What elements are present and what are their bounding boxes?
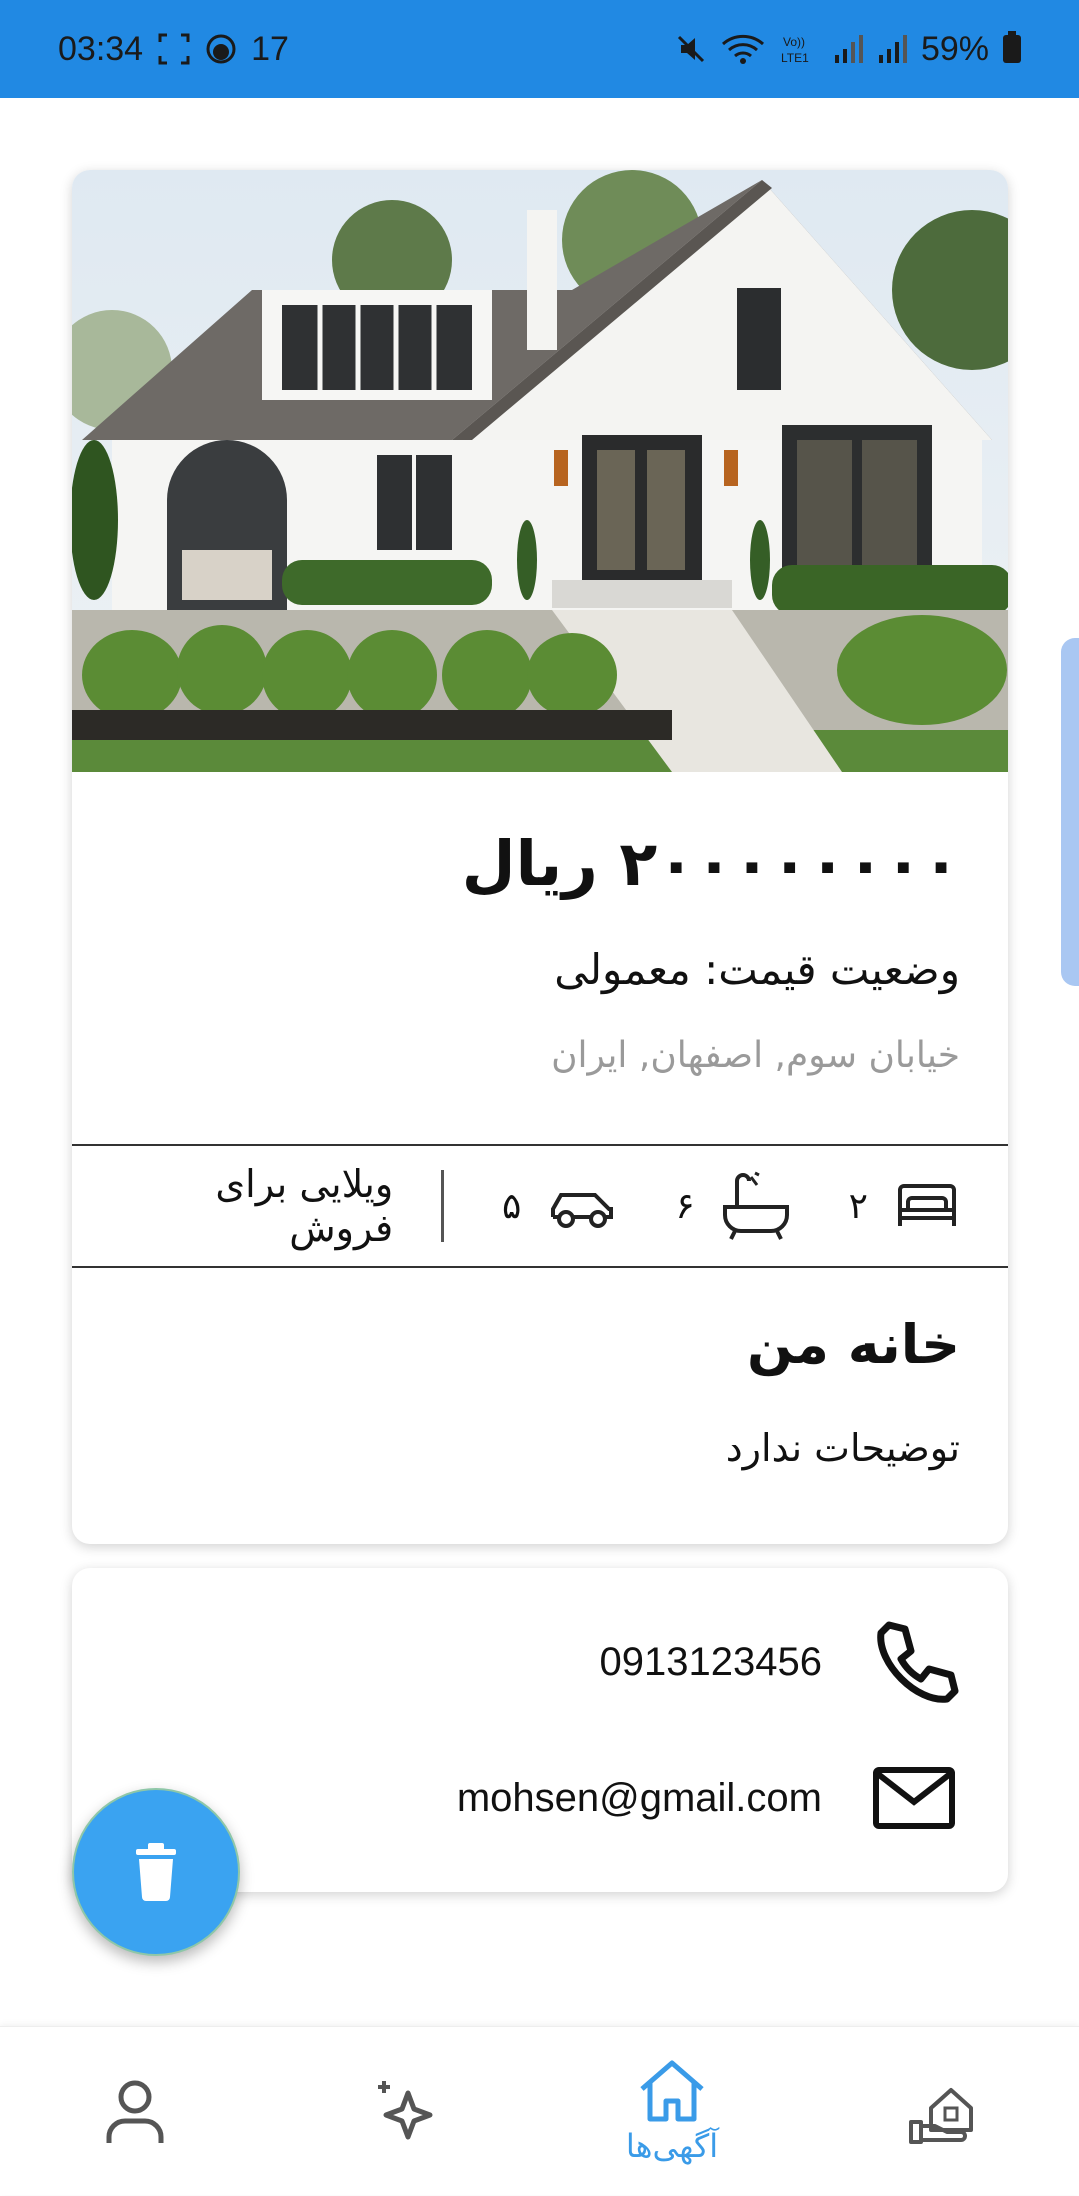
- mail-icon-wrap[interactable]: [868, 1766, 960, 1830]
- feature-parking: ۵: [502, 1181, 617, 1231]
- trash-icon: [136, 1843, 176, 1901]
- battery-percent: 59%: [920, 29, 989, 68]
- property-type: ویلایی برای فروش: [215, 1162, 394, 1250]
- house-photo: [72, 170, 1008, 772]
- parking-count: ۵: [501, 1185, 522, 1227]
- phone-icon-wrap[interactable]: [868, 1617, 960, 1707]
- address: خیابان سوم, اصفهان, ایران: [551, 1035, 960, 1076]
- volte-icon: Vo)) LTE1: [781, 35, 809, 65]
- bathtub-icon: [722, 1171, 789, 1240]
- status-right: Vo)) LTE1 59%: [675, 30, 1021, 69]
- email-address[interactable]: mohsen@gmail.com: [457, 1776, 822, 1821]
- listing-title: خانه من: [746, 1313, 960, 1376]
- nav-ads-label: آگهی‌ها: [625, 2126, 719, 2165]
- listing-description: توضیحات ندارد: [725, 1426, 960, 1470]
- status-left: 03:34 17: [58, 30, 289, 69]
- status-bar: 03:34 17 Vo)) LTE1 59%: [0, 0, 1079, 98]
- nav-real-estate[interactable]: [843, 2027, 1043, 2196]
- app-notification-icon: [206, 34, 236, 64]
- screenshot-icon: [158, 33, 190, 65]
- wifi-icon: [721, 34, 764, 64]
- svg-text:Vo)): Vo)): [783, 35, 805, 49]
- feature-bedrooms: ۲: [849, 1180, 960, 1232]
- bottom-nav: آگهی‌ها: [0, 2026, 1079, 2195]
- nav-ads[interactable]: آگهی‌ها: [572, 2027, 772, 2196]
- mute-icon: [677, 35, 704, 63]
- home-icon: [640, 2060, 704, 2121]
- bed-icon: [898, 1184, 956, 1226]
- profile-icon: [106, 2080, 164, 2143]
- sparkle-icon: [378, 2080, 433, 2139]
- feature-bathrooms: ۶: [675, 1171, 790, 1241]
- features-row: ۲ ۶ ۵ ویلایی برای فروش: [72, 1144, 1008, 1268]
- battery-icon: [1003, 31, 1021, 63]
- mail-icon[interactable]: [872, 1766, 956, 1830]
- nav-profile[interactable]: [35, 2027, 235, 2196]
- phone-row[interactable]: 0913123456: [72, 1612, 1008, 1712]
- clock: 03:34: [58, 29, 144, 68]
- bedrooms-count: ۲: [848, 1185, 868, 1227]
- price: ۲۰۰۰۰۰۰۰۰ ریال: [461, 827, 960, 900]
- phone-number[interactable]: 0913123456: [600, 1640, 822, 1685]
- real-estate-icon: [909, 2087, 973, 2144]
- features-divider: [441, 1170, 444, 1242]
- car-icon: [551, 1193, 614, 1228]
- title-block: خانه من توضیحات ندارد: [72, 1268, 1008, 1474]
- price-block: ۲۰۰۰۰۰۰۰۰ ریال وضعیت قیمت: معمولی خیابان…: [72, 824, 1008, 1080]
- listing-card[interactable]: ۲۰۰۰۰۰۰۰۰ ریال وضعیت قیمت: معمولی خیابان…: [72, 170, 1008, 1544]
- scroll-handle[interactable]: [1061, 638, 1079, 986]
- nav-sparkle[interactable]: [305, 2027, 505, 2196]
- svg-text:LTE1: LTE1: [781, 51, 809, 65]
- bathrooms-count: ۶: [675, 1185, 695, 1227]
- notification-count: 17: [251, 29, 289, 68]
- price-status: وضعیت قیمت: معمولی: [554, 945, 960, 994]
- signal-1-icon: [834, 35, 863, 63]
- delete-fab-button[interactable]: [72, 1788, 240, 1956]
- phone-icon[interactable]: [869, 1617, 959, 1707]
- signal-2-icon: [878, 35, 907, 63]
